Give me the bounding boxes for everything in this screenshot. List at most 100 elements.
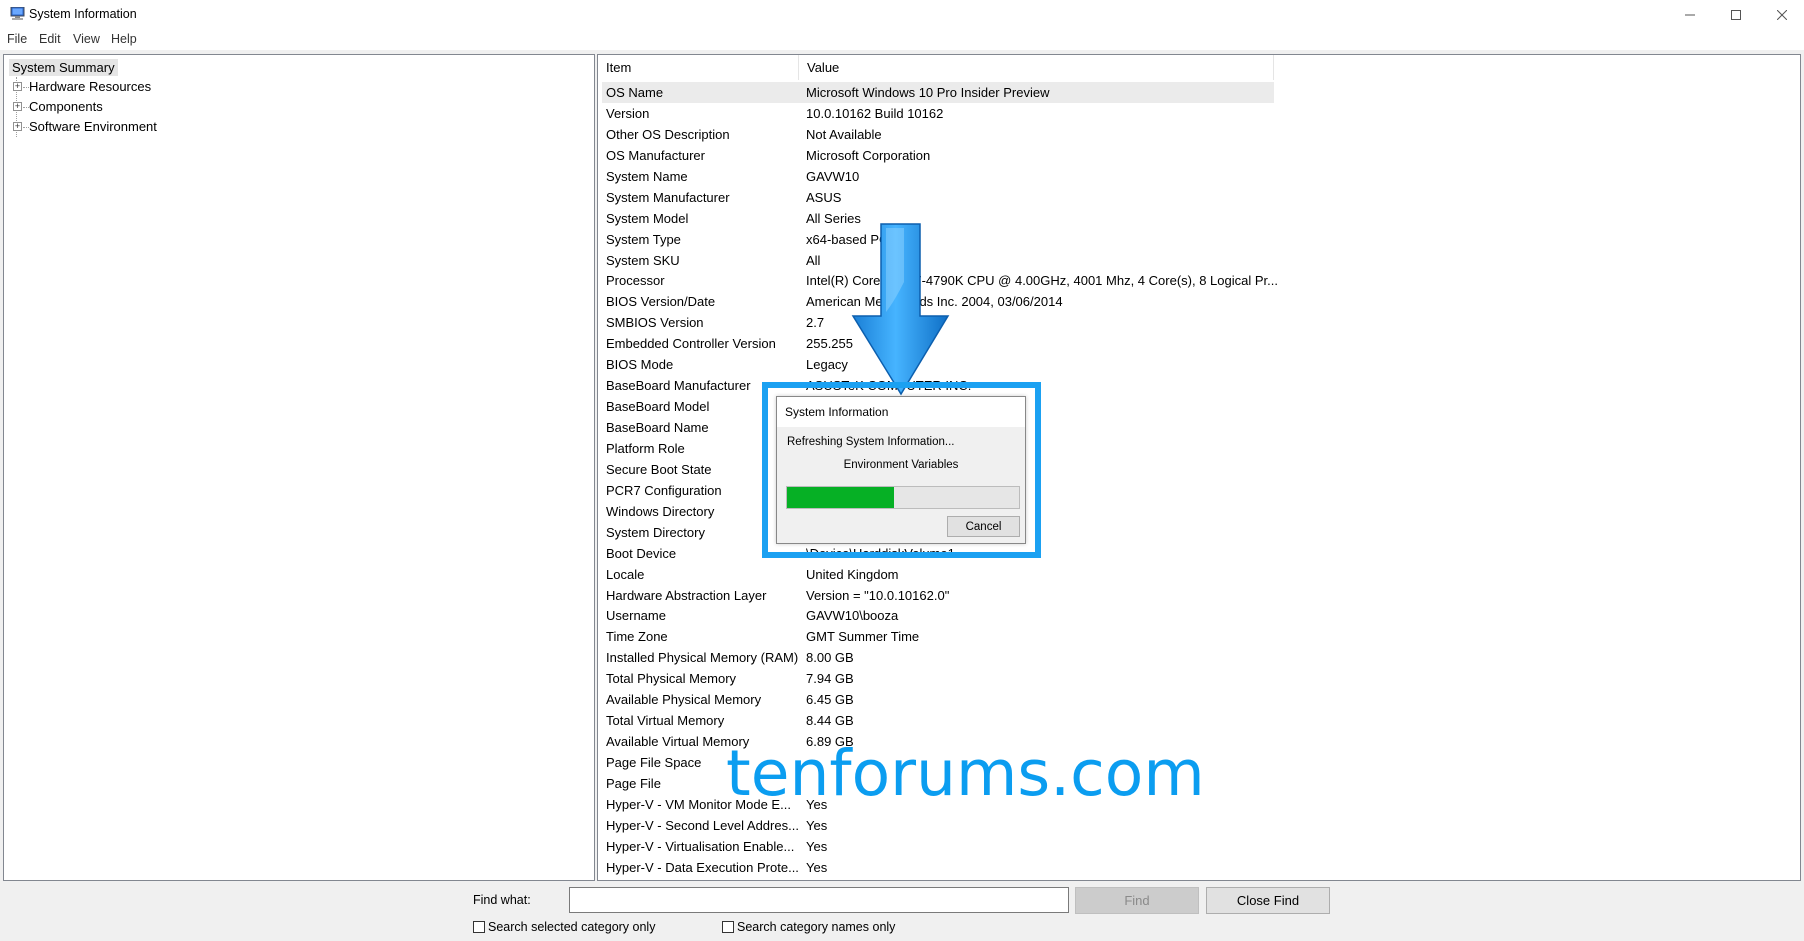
tree-item-hardware-resources[interactable]: Hardware Resources — [29, 79, 151, 94]
cell-item: Version — [606, 105, 650, 121]
table-row[interactable]: OS Manufacturer Microsoft Corporation — [598, 145, 1798, 166]
category-tree[interactable]: System Summary + Hardware Resources + Co… — [3, 54, 595, 881]
cell-item: Available Physical Memory — [606, 692, 762, 708]
find-what-label: Find what: — [473, 893, 531, 907]
cell-value: 2.7 — [806, 315, 825, 331]
cell-item: SMBIOS Version — [606, 315, 704, 331]
cell-item: System Type — [606, 231, 681, 247]
refresh-dialog: System Information Refreshing System Inf… — [776, 396, 1026, 544]
tree-item-software-environment[interactable]: Software Environment — [29, 119, 157, 134]
cell-value: 8.44 GB — [806, 713, 854, 729]
cell-item: BaseBoard Manufacturer — [606, 378, 751, 394]
maximize-button[interactable] — [1713, 0, 1759, 30]
table-row[interactable]: Hyper-V - Virtualisation Enable... Yes — [598, 836, 1798, 857]
column-header-item[interactable]: Item — [598, 55, 799, 80]
checkbox-label: Search selected category only — [488, 920, 656, 934]
search-selected-category-checkbox[interactable]: Search selected category only — [473, 920, 655, 934]
find-button[interactable]: Find — [1075, 887, 1199, 914]
table-row[interactable]: Hyper-V - Data Execution Prote... Yes — [598, 857, 1798, 878]
dialog-status: Environment Variables — [843, 459, 959, 471]
find-what-input[interactable] — [569, 887, 1069, 913]
cell-item: Total Virtual Memory — [606, 713, 725, 729]
cell-item: Hardware Abstraction Layer — [606, 587, 767, 603]
tree-item-system-summary[interactable]: System Summary — [9, 59, 118, 76]
cell-value: Yes — [806, 838, 828, 854]
table-row[interactable]: Processor Intel(R) Core(TM) i7-4790K CPU … — [598, 270, 1798, 291]
menu-file[interactable]: File — [7, 32, 27, 46]
table-row[interactable]: Username GAVW10\booza — [598, 605, 1798, 626]
cell-item: BaseBoard Name — [606, 420, 709, 435]
table-row[interactable]: Installed Physical Memory (RAM) 8.00 GB — [598, 647, 1798, 668]
cell-item: Processor — [606, 273, 665, 289]
table-row[interactable]: BIOS Mode Legacy — [598, 354, 1798, 375]
cell-item: Username — [606, 608, 666, 624]
tree-item-components[interactable]: Components — [29, 99, 103, 114]
cell-item: Hyper-V - Virtualisation Enable... — [606, 838, 795, 854]
maximize-icon — [1731, 10, 1741, 20]
table-row[interactable]: System Model All Series — [598, 208, 1798, 229]
column-header-value[interactable]: Value — [799, 55, 1274, 80]
table-row[interactable]: System Name GAVW10 — [598, 166, 1798, 187]
checkbox-box[interactable] — [722, 921, 734, 933]
table-row[interactable]: Total Physical Memory 7.94 GB — [598, 668, 1798, 689]
cancel-button[interactable]: Cancel — [947, 516, 1020, 537]
table-row[interactable]: System SKU All — [598, 250, 1798, 271]
table-row[interactable]: Hardware Abstraction Layer Version = "10.… — [598, 585, 1798, 606]
cell-item: OS Name — [606, 85, 664, 100]
menu-help[interactable]: Help — [111, 32, 137, 46]
expand-icon[interactable]: + — [13, 82, 22, 91]
checkbox-label: Search category names only — [737, 920, 896, 934]
cell-item: Total Physical Memory — [606, 671, 737, 687]
cell-item: OS Manufacturer — [606, 147, 705, 163]
table-row[interactable]: Time Zone GMT Summer Time — [598, 626, 1798, 647]
close-button[interactable] — [1759, 0, 1804, 30]
table-row[interactable]: Embedded Controller Version 255.255 — [598, 333, 1798, 354]
minimize-icon — [1685, 14, 1695, 16]
table-row[interactable]: Version 10.0.10162 Build 10162 — [598, 103, 1798, 124]
cell-item: PCR7 Configuration — [606, 482, 722, 498]
table-row[interactable]: Other OS Description Not Available — [598, 124, 1798, 145]
table-row[interactable]: System Type x64-based PC — [598, 229, 1798, 250]
cell-value: Yes — [806, 817, 828, 833]
cell-item: Time Zone — [606, 629, 668, 645]
cell-item: Hyper-V - Data Execution Prote... — [606, 859, 799, 875]
cell-item: System Name — [606, 168, 688, 184]
minimize-button[interactable] — [1667, 0, 1713, 30]
menu-view[interactable]: View — [73, 32, 100, 46]
cell-value: 7.94 GB — [806, 671, 854, 687]
table-row[interactable]: Total Virtual Memory 8.44 GB — [598, 710, 1798, 731]
cell-value: GAVW10 — [806, 168, 860, 184]
cell-item: Locale — [606, 566, 645, 582]
cell-value: 6.45 GB — [806, 692, 854, 708]
cell-value: Not Available — [806, 126, 882, 142]
cell-value: Yes — [806, 859, 828, 875]
expand-icon[interactable]: + — [13, 122, 22, 131]
cell-value: 10.0.10162 Build 10162 — [806, 105, 944, 121]
watermark: tenforums.com — [726, 737, 1205, 810]
cell-item: System SKU — [606, 252, 680, 268]
checkbox-box[interactable] — [473, 921, 485, 933]
cell-value: GAVW10\booza — [806, 608, 899, 624]
cell-item: System Model — [606, 210, 689, 226]
menu-edit[interactable]: Edit — [39, 32, 61, 46]
table-row[interactable]: BIOS Version/Date American Megatrends Inc… — [598, 291, 1798, 312]
table-row[interactable]: Locale United Kingdom — [598, 564, 1798, 585]
cell-item: Hyper-V - Second Level Addres... — [606, 817, 799, 833]
cell-item: Boot Device — [606, 545, 677, 561]
table-row[interactable]: Available Physical Memory 6.45 GB — [598, 689, 1798, 710]
table-row[interactable]: Hyper-V - Second Level Addres... Yes — [598, 815, 1798, 836]
table-row[interactable]: System Manufacturer ASUS — [598, 187, 1798, 208]
cell-value: 255.255 — [806, 336, 853, 352]
search-category-names-checkbox[interactable]: Search category names only — [722, 920, 895, 934]
close-find-button[interactable]: Close Find — [1206, 887, 1330, 914]
table-row[interactable]: OS Name Microsoft Windows 10 Pro Insider … — [598, 82, 1798, 103]
find-bar: Find what: Find Close Find Search select… — [0, 881, 1804, 941]
expand-icon[interactable]: + — [13, 102, 22, 111]
close-icon — [1777, 10, 1787, 20]
cell-item: System Manufacturer — [606, 189, 730, 205]
cell-item: Platform Role — [606, 440, 685, 456]
system-information-icon — [10, 7, 25, 20]
cell-item: BIOS Mode — [606, 357, 674, 373]
dialog-message: Refreshing System Information... — [787, 436, 955, 448]
table-row[interactable]: SMBIOS Version 2.7 — [598, 312, 1798, 333]
